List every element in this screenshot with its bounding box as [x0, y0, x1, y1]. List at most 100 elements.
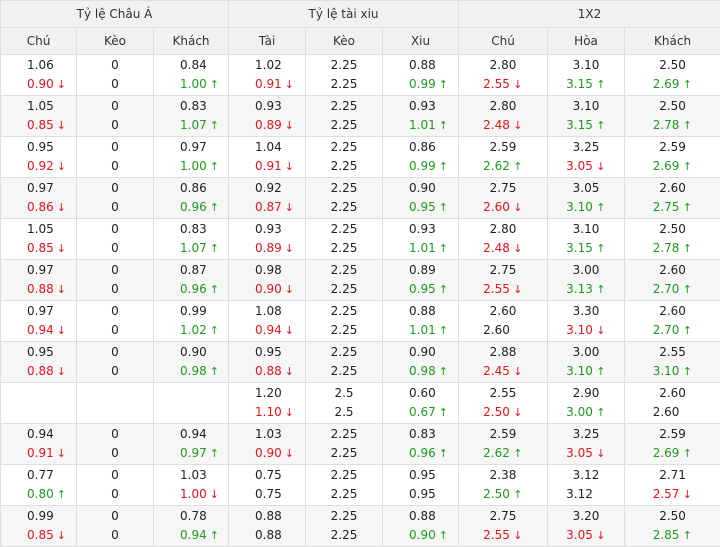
- current-odds: 0.87↓: [229, 198, 305, 217]
- current-value: 2.78: [653, 118, 680, 132]
- opening-value: 3.10: [573, 99, 600, 113]
- current-value: 2.70: [653, 323, 680, 337]
- cell-over: 0.95 0.88↓: [229, 342, 306, 383]
- current-odds: 2.50↓: [459, 403, 547, 422]
- opening-odds: 3.25: [548, 138, 624, 157]
- opening-value: 1.08: [255, 304, 282, 318]
- cell-over: 0.750.75: [229, 465, 306, 506]
- opening-odds: 2.60: [625, 261, 720, 280]
- cell-total-line: 2.252.25: [306, 506, 383, 547]
- opening-odds: 0.88: [383, 302, 458, 321]
- current-value: 2.55: [483, 528, 510, 542]
- arrow-up-icon: ↑: [439, 444, 449, 463]
- cell-draw: 3.303.10↓: [548, 301, 625, 342]
- arrow-up-icon: ↑: [513, 157, 523, 176]
- current-value: 0.94: [255, 323, 282, 337]
- opening-value: 0.92: [255, 181, 282, 195]
- current-value: 2.62: [483, 446, 510, 460]
- opening-odds: 2.75: [459, 261, 547, 280]
- opening-value: 0.95: [255, 345, 282, 359]
- current-value: 1.07: [180, 118, 207, 132]
- opening-odds: 2.88: [459, 343, 547, 362]
- opening-odds: 0: [77, 220, 153, 239]
- current-odds: 0: [77, 198, 153, 217]
- opening-odds: 0.97: [1, 302, 76, 321]
- opening-value: 2.25: [331, 99, 358, 113]
- current-odds: 0: [77, 321, 153, 340]
- current-value: 0.88: [255, 528, 282, 542]
- opening-odds: 3.25: [548, 425, 624, 444]
- opening-value: 2.25: [331, 140, 358, 154]
- opening-odds: 1.20: [229, 384, 305, 403]
- cell-handicap: [77, 383, 154, 424]
- opening-odds: 0.98: [229, 261, 305, 280]
- column-header-row: Chú Kèo Khách Tài Kèo Xiu Chú Hòa Khách: [1, 28, 720, 55]
- current-value: 0.97: [180, 446, 207, 460]
- opening-value: 3.12: [573, 468, 600, 482]
- cell-handicap: 00: [77, 96, 154, 137]
- arrow-up-icon: ↑: [682, 526, 692, 545]
- current-value: 3.05: [566, 528, 593, 542]
- col-header-away: Khách: [154, 28, 229, 55]
- current-value: 2.25: [331, 364, 358, 378]
- opening-value: 1.03: [255, 427, 282, 441]
- current-odds: 0.88↓: [229, 362, 305, 381]
- current-odds: 2.55↓: [459, 526, 547, 545]
- current-odds: 0.89↓: [229, 116, 305, 135]
- opening-value: 0.94: [180, 427, 207, 441]
- cell-under: 0.931.01↑: [383, 96, 459, 137]
- opening-odds: 1.02: [229, 56, 305, 75]
- cell-1x2-home: 2.802.55↓: [459, 55, 548, 96]
- current-value: 2.69: [653, 159, 680, 173]
- opening-value: 2.25: [331, 304, 358, 318]
- cell-1x2-away: 2.553.10↑: [625, 342, 720, 383]
- arrow-up-icon: ↑: [596, 198, 606, 217]
- current-value: 3.13: [566, 282, 593, 296]
- arrow-up-icon: ↑: [682, 75, 692, 94]
- cell-away: 0.900.98↑: [154, 342, 229, 383]
- cell-under: 0.931.01↑: [383, 219, 459, 260]
- opening-odds: 1.06: [1, 56, 76, 75]
- opening-value: 3.05: [573, 181, 600, 195]
- cell-handicap: 00: [77, 55, 154, 96]
- opening-odds: 0.75: [229, 466, 305, 485]
- current-value: 0: [111, 118, 119, 132]
- opening-value: 2.50: [659, 509, 686, 523]
- opening-value: 2.38: [490, 468, 517, 482]
- current-value: 2.75: [653, 200, 680, 214]
- current-odds: 2.25: [306, 321, 382, 340]
- opening-value: 2.25: [331, 263, 358, 277]
- current-value: 0.91: [255, 77, 282, 91]
- current-odds: 0.90↓: [229, 280, 305, 299]
- cell-under: 0.880.99↑: [383, 55, 459, 96]
- opening-value: 0.84: [180, 58, 207, 72]
- current-odds: 3.10↑: [548, 362, 624, 381]
- opening-value: 2.25: [331, 58, 358, 72]
- group-header-over-under: Tỷ lệ tài xiu: [229, 1, 459, 28]
- opening-value: 0: [111, 509, 119, 523]
- opening-value: 0: [111, 99, 119, 113]
- opening-value: 2.60: [659, 181, 686, 195]
- arrow-up-icon: ↑: [439, 362, 449, 381]
- arrow-down-icon: ↓: [285, 321, 295, 340]
- opening-odds: 0: [77, 466, 153, 485]
- opening-odds: 2.75: [459, 179, 547, 198]
- current-value: 0.96: [180, 200, 207, 214]
- opening-value: 0.97: [27, 181, 54, 195]
- current-value: 3.10: [566, 200, 593, 214]
- current-odds: 3.10↓: [548, 321, 624, 340]
- current-value: 2.5: [334, 405, 353, 419]
- opening-odds: 3.12: [548, 466, 624, 485]
- cell-draw: 3.05 3.10↑: [548, 178, 625, 219]
- opening-value: 0: [111, 427, 119, 441]
- arrow-up-icon: ↑: [210, 198, 220, 217]
- arrow-down-icon: ↓: [285, 116, 295, 135]
- opening-value: 2.90: [573, 386, 600, 400]
- opening-value: 2.25: [331, 509, 358, 523]
- current-odds: 0.95: [383, 485, 458, 504]
- current-odds: 2.70↑: [625, 280, 720, 299]
- current-odds: 0: [77, 116, 153, 135]
- col-header-total-line: Kèo: [306, 28, 383, 55]
- col-header-home: Chú: [1, 28, 77, 55]
- current-odds: 0.75: [229, 485, 305, 504]
